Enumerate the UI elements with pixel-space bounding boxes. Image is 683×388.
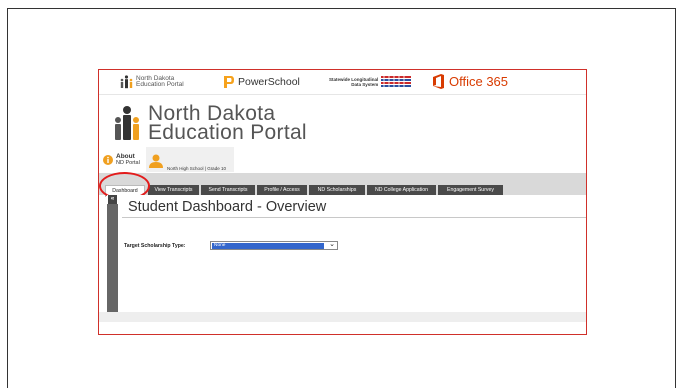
family-logo-icon — [115, 106, 139, 140]
slide: North Dakota Education Portal PowerSchoo… — [0, 0, 683, 388]
logo-bar: North Dakota Education Portal PowerSchoo… — [99, 70, 586, 95]
title-divider — [122, 217, 586, 218]
nd-portal-small-text: North Dakota Education Portal — [136, 75, 184, 88]
target-scholarship-select[interactable]: None ⌄ — [210, 241, 338, 250]
user-card[interactable]: North High School | Grade 10 — [146, 147, 234, 172]
office365-logo[interactable]: Office 365 — [432, 74, 508, 89]
nd-portal-small-logo[interactable]: North Dakota Education Portal — [119, 75, 184, 89]
footer-band — [99, 312, 586, 322]
info-icon — [103, 155, 113, 165]
collapse-sidebar-icon[interactable]: « — [108, 195, 117, 204]
sidebar-rail[interactable] — [107, 204, 118, 312]
about-nd-portal[interactable]: About ND Portal — [103, 153, 140, 166]
office-icon — [433, 74, 444, 89]
about-title: About — [116, 153, 135, 160]
portal-title: North Dakota Education Portal — [148, 103, 307, 144]
page-title: Student Dashboard - Overview — [128, 199, 327, 215]
slds-text: Statewide Longitudinal Data System — [329, 77, 379, 87]
target-scholarship-label: Target Scholarship Type: — [124, 243, 186, 249]
portal-title-line2: Education Portal — [148, 121, 307, 144]
user-school-grade: North High School | Grade 10 — [167, 166, 226, 171]
portal-logo[interactable]: North Dakota Education Portal — [112, 103, 307, 144]
target-scholarship-value: None — [212, 243, 324, 249]
about-label: About ND Portal — [116, 153, 140, 166]
portal-screenshot: North Dakota Education Portal PowerSchoo… — [98, 69, 587, 335]
powerschool-text: PowerSchool — [238, 76, 300, 88]
about-subtitle: ND Portal — [116, 160, 140, 166]
powerschool-logo[interactable]: PowerSchool — [223, 75, 300, 89]
office365-text: Office 365 — [449, 74, 509, 89]
slds-logo[interactable]: Statewide Longitudinal Data System — [329, 75, 412, 89]
family-icon — [120, 75, 133, 89]
chevron-down-icon: ⌄ — [329, 241, 335, 248]
dashboard-content: « Student Dashboard - Overview Target Sc… — [107, 195, 586, 312]
powerschool-icon — [224, 76, 234, 88]
tab-strip: Dashboard View Transcripts Send Transcri… — [99, 173, 586, 197]
slds-bars-icon — [381, 75, 412, 89]
user-avatar-icon — [149, 154, 163, 168]
